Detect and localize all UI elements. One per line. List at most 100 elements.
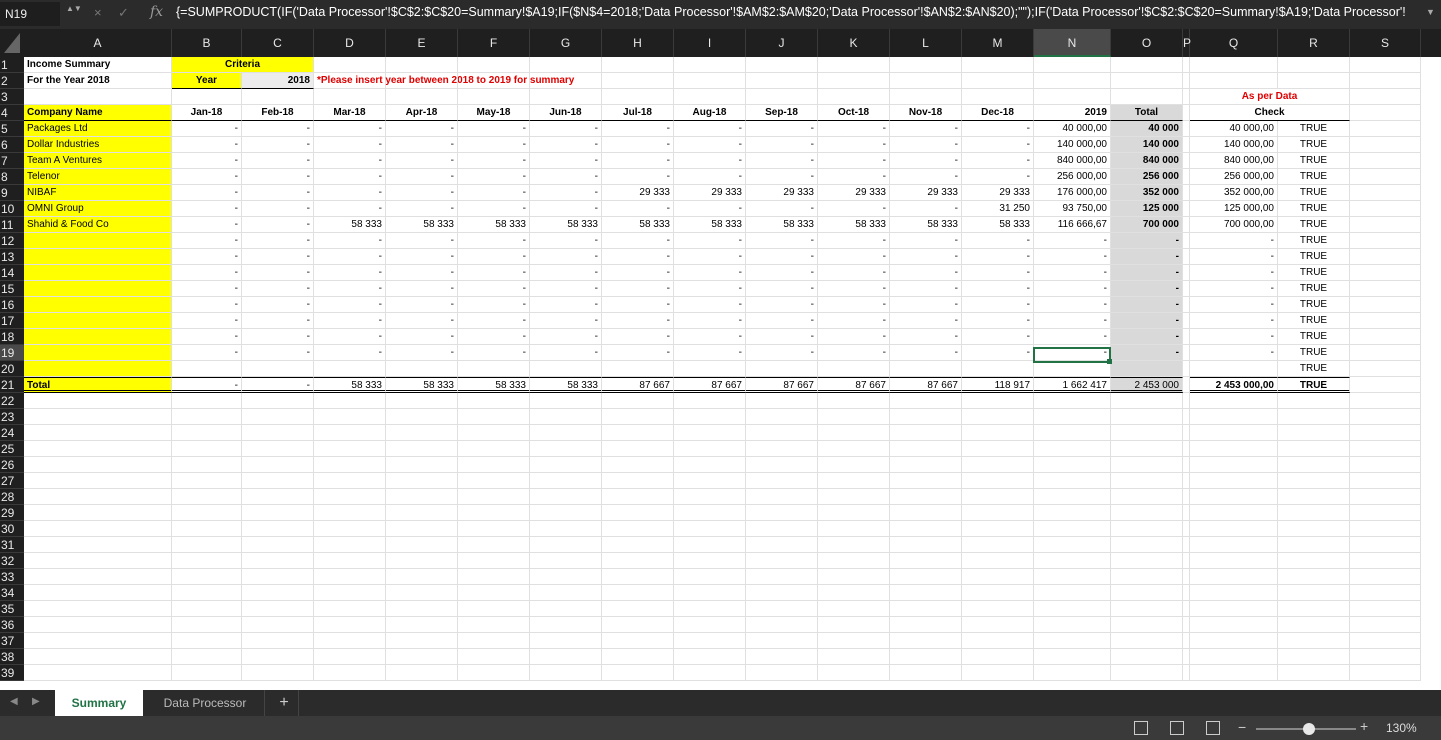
cell-b-36[interactable] [172,617,242,633]
cell-q-23[interactable] [1190,409,1278,425]
cell-g-22[interactable] [530,393,602,409]
cell-m-37[interactable] [962,633,1034,649]
cell-m-38[interactable] [962,649,1034,665]
company-name-cell[interactable] [24,281,172,297]
month-value-cell[interactable]: - [172,201,242,217]
cell-s-15[interactable] [1350,281,1421,297]
total-check-result[interactable]: TRUE [1278,377,1350,393]
cell-r-38[interactable] [1278,649,1350,665]
month-value-cell[interactable]: - [818,313,890,329]
month-value-cell[interactable]: - [458,297,530,313]
month-value-cell[interactable]: - [172,185,242,201]
month-value-cell[interactable] [962,361,1034,377]
function-icon[interactable]: fx [150,4,163,20]
cell-a-32[interactable] [24,553,172,569]
cell-f-22[interactable] [458,393,530,409]
cell-a-39[interactable] [24,665,172,681]
cell-g-2[interactable] [530,73,602,89]
month-value-cell[interactable]: - [674,121,746,137]
cell-f-25[interactable] [458,441,530,457]
cell-q-25[interactable] [1190,441,1278,457]
month-value-cell[interactable]: - [530,169,602,185]
month-value-cell[interactable] [674,361,746,377]
month-value-cell[interactable]: - [746,233,818,249]
cell-h-38[interactable] [602,649,674,665]
month-value-cell[interactable]: - [890,249,962,265]
cell-o-1[interactable] [1111,57,1183,73]
check-result-cell[interactable]: TRUE [1278,265,1350,281]
cell-b-39[interactable] [172,665,242,681]
month-value-cell[interactable]: - [386,297,458,313]
cell-f-24[interactable] [458,425,530,441]
month-value-cell[interactable]: - [746,249,818,265]
cell-m-31[interactable] [962,537,1034,553]
cell-c-28[interactable] [242,489,314,505]
month-value-cell[interactable]: - [746,201,818,217]
cell-h-1[interactable] [602,57,674,73]
cell-i-27[interactable] [674,473,746,489]
cell-c-31[interactable] [242,537,314,553]
cell-s-3[interactable] [1350,89,1421,105]
month-value-cell[interactable] [242,361,314,377]
cell-d-31[interactable] [314,537,386,553]
month-value-cell[interactable]: - [890,345,962,361]
cell-k-35[interactable] [818,601,890,617]
cell-p-23[interactable] [1183,409,1190,425]
month-value-cell[interactable]: - [818,249,890,265]
total-value-cell[interactable]: - [1111,265,1183,281]
cell-r-30[interactable] [1278,521,1350,537]
column-header-k[interactable]: K [818,29,890,57]
month-value-cell[interactable]: - [674,249,746,265]
column-header-o[interactable]: O [1111,29,1183,57]
month-value-cell[interactable]: - [458,153,530,169]
cell-p-7[interactable] [1183,153,1190,169]
cell-e-30[interactable] [386,521,458,537]
check-amount-cell[interactable]: - [1190,281,1278,297]
month-value-cell[interactable]: - [746,137,818,153]
cell-s-16[interactable] [1350,297,1421,313]
month-value-cell[interactable]: - [530,281,602,297]
cell-c-39[interactable] [242,665,314,681]
cell-d-29[interactable] [314,505,386,521]
month-value-cell[interactable]: - [314,329,386,345]
month-value-cell[interactable]: 29 333 [746,185,818,201]
row-header-26[interactable]: 26 [0,457,24,473]
cell-e-26[interactable] [386,457,458,473]
cell-p-18[interactable] [1183,329,1190,345]
cell-e-36[interactable] [386,617,458,633]
cell-a-3[interactable] [24,89,172,105]
month-value-cell[interactable]: 29 333 [602,185,674,201]
cell-n-3[interactable] [1034,89,1111,105]
cell-s-28[interactable] [1350,489,1421,505]
month-value-cell[interactable] [458,361,530,377]
cell-e-38[interactable] [386,649,458,665]
total-month-cell[interactable]: 87 667 [746,377,818,393]
cell-m-26[interactable] [962,457,1034,473]
month-value-cell[interactable]: - [746,169,818,185]
check-amount-cell[interactable] [1190,361,1278,377]
row-header-4[interactable]: 4 [0,105,24,121]
cell-p-38[interactable] [1183,649,1190,665]
month-value-cell[interactable]: - [530,345,602,361]
month-value-cell[interactable]: - [602,313,674,329]
cell-s-10[interactable] [1350,201,1421,217]
month-value-cell[interactable]: - [962,121,1034,137]
month-value-cell[interactable]: - [962,329,1034,345]
company-name-header[interactable]: Company Name [24,105,172,121]
cell-h-22[interactable] [602,393,674,409]
cell-b-32[interactable] [172,553,242,569]
month-value-cell[interactable] [818,361,890,377]
row-header-31[interactable]: 31 [0,537,24,553]
cell-n-2[interactable] [1034,73,1111,89]
cell-j-27[interactable] [746,473,818,489]
cell-r-27[interactable] [1278,473,1350,489]
month-value-cell[interactable]: - [818,233,890,249]
cell-o-37[interactable] [1111,633,1183,649]
year-value-cell[interactable] [1034,361,1111,377]
expand-formula-icon[interactable]: ▼ [1426,7,1435,17]
cell-k-3[interactable] [818,89,890,105]
cell-o-32[interactable] [1111,553,1183,569]
cell-a-31[interactable] [24,537,172,553]
cell-f-34[interactable] [458,585,530,601]
cell-e-31[interactable] [386,537,458,553]
